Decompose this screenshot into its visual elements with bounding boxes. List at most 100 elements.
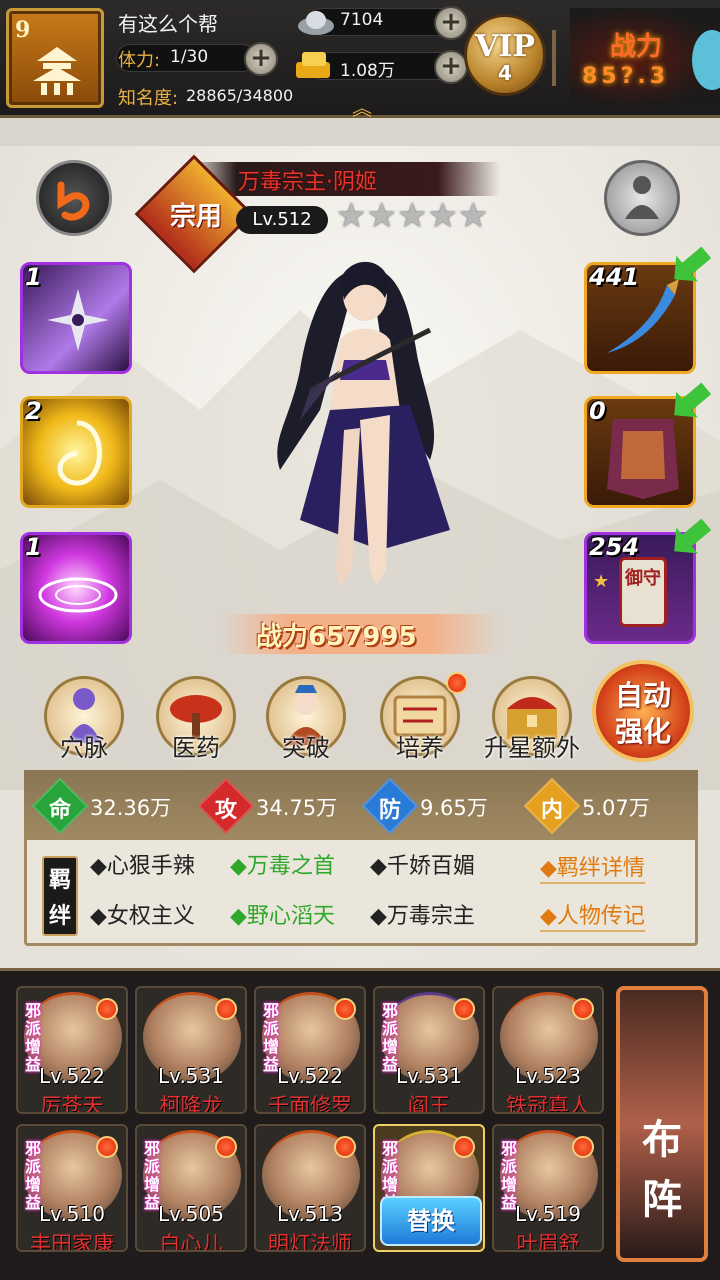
roster-hero-card[interactable]: 邪派增益 Lv.522 厉苍天	[16, 986, 128, 1114]
bond-item: ◆万毒之首	[230, 848, 335, 880]
bond-text: 万毒宗主	[386, 904, 475, 929]
notification-dot	[453, 1136, 475, 1158]
silver-value: 7104	[340, 10, 384, 30]
player-avatar[interactable]: 9	[6, 8, 104, 108]
stat-icon-label: 攻	[214, 797, 237, 823]
expand-chevron-icon[interactable]: ︽	[352, 92, 372, 121]
magic-circle-icon	[38, 577, 118, 613]
roster-hero-level: Lv.505	[158, 1202, 224, 1226]
rank-star-icon: ★	[396, 196, 428, 236]
roster-hero-name: 丰田家康	[30, 1232, 114, 1252]
rank-star-icon: ★	[366, 196, 397, 236]
skill-level: 2	[25, 397, 42, 425]
player-level: 9	[15, 17, 31, 43]
skill-level: 1	[25, 533, 42, 561]
meditating-figure-icon	[625, 176, 659, 219]
skill-slot-2[interactable]: 2	[20, 396, 132, 508]
notification-dot	[334, 998, 356, 1020]
rank-star-icon: ★	[427, 196, 458, 236]
fame-label: 知名度:	[118, 88, 179, 109]
star-icon: ★	[593, 571, 610, 592]
back-arrow-icon	[57, 181, 90, 221]
roster-hero-card[interactable]: 邪派增益 Lv.519 叶眉舒	[492, 1124, 604, 1252]
bond-bullet-icon: ◆	[230, 904, 247, 929]
hero-name: 万毒宗主·阴姬	[238, 170, 377, 195]
roster-hero-card[interactable]: Lv.523 铁冠真人	[492, 986, 604, 1114]
add-stamina-button[interactable]: +	[244, 42, 278, 76]
stat-icon-label: 防	[378, 797, 401, 823]
biography-link[interactable]: ◆人物传记	[540, 898, 645, 932]
bond-bullet-icon: ◆	[230, 854, 247, 879]
roster-hero-level: Lv.510	[39, 1202, 105, 1226]
hero-power-label: 战力	[256, 622, 309, 652]
rank-star-icon: ★	[336, 196, 367, 236]
roster-hero-card[interactable]: 邪派增益 Lv.531 阎王	[373, 986, 485, 1114]
medicine-label: 医药	[172, 734, 220, 762]
back-button[interactable]	[36, 160, 112, 236]
notification-dot	[215, 998, 237, 1020]
stat-value: 32.36万	[90, 796, 172, 820]
bond-details-link[interactable]: ◆羁绊详情	[540, 850, 645, 884]
roster-hero-level: Lv.522	[277, 1064, 343, 1088]
bond-item: ◆女权主义	[90, 898, 195, 930]
add-gold-button[interactable]: +	[434, 50, 468, 84]
roster-hero-name: 厉苍天	[40, 1094, 104, 1114]
stamina-value: 1/30	[170, 47, 209, 67]
bond-item: ◆万毒宗主	[370, 898, 475, 930]
roster-hero-name: 阎王	[408, 1094, 450, 1114]
swap-button[interactable]: 替换	[380, 1196, 482, 1246]
hero-power-display: 战力657995	[256, 616, 417, 653]
bond-bullet-icon: ◆	[90, 904, 107, 929]
stat-icon-label: 内	[540, 797, 563, 823]
notification-dot	[453, 998, 475, 1020]
roster-hero-card[interactable]: Lv.513 明灯法师	[254, 1124, 366, 1252]
stat-value: 34.75万	[256, 796, 338, 820]
stamina-label: 体力:	[118, 50, 161, 71]
roster-hero-level: Lv.531	[396, 1064, 462, 1088]
roster-hero-name: 千面修罗	[268, 1094, 352, 1114]
roster-hero-card[interactable]: 邪派增益 Lv.505 白心儿	[135, 1124, 247, 1252]
auto-enhance-button[interactable]: 自动 强化	[592, 660, 694, 762]
formation-button[interactable]: 布 阵	[616, 986, 708, 1262]
stat-value: 9.65万	[420, 796, 488, 820]
add-silver-button[interactable]: +	[434, 6, 468, 40]
roster-hero-name: 明灯法师	[268, 1232, 352, 1252]
fame-value: 28865/34800	[186, 86, 294, 105]
equip-level: 254	[589, 533, 640, 561]
pavilion-icon	[33, 47, 81, 95]
roster-hero-card[interactable]: 邪派增益 Lv.522 千面修罗	[254, 986, 366, 1114]
skill-slot-1[interactable]: 1	[20, 262, 132, 374]
bond-item: ◆千娇百媚	[370, 848, 475, 880]
roster-hero-card[interactable]: Lv.531 柯降龙	[135, 986, 247, 1114]
hero-portrait-button[interactable]	[604, 160, 680, 236]
roster-hero-level: Lv.522	[39, 1064, 105, 1088]
armor-icon	[607, 419, 679, 499]
bond-bullet-icon: ◆	[90, 854, 107, 879]
top-power-label: 战力	[610, 32, 663, 62]
hero-stars: ★★★★★	[336, 196, 488, 236]
meridian-label: 穴脉	[60, 734, 108, 762]
panel-band	[0, 118, 720, 146]
notification-dot	[572, 998, 594, 1020]
formation-line2: 阵	[642, 1176, 682, 1223]
notification-dot	[572, 1136, 594, 1158]
skill-slot-3[interactable]: 1	[20, 532, 132, 644]
notification-dot	[215, 1136, 237, 1158]
equip-level: 0	[589, 397, 606, 425]
bond-bullet-icon: ◆	[370, 904, 387, 929]
shuriken-icon	[47, 289, 109, 351]
bond-text: 女权主义	[106, 904, 195, 929]
vip-badge[interactable]: VIP 4	[464, 14, 546, 96]
roster-hero-level: Lv.513	[277, 1202, 343, 1226]
bond-text: 万毒之首	[246, 854, 335, 879]
gold-ingot-icon	[296, 52, 330, 78]
silver-ingot-icon	[298, 11, 334, 35]
equip-level: 441	[589, 263, 640, 291]
bond-text: 野心滔天	[246, 904, 335, 929]
divider	[552, 30, 556, 86]
breakthrough-label: 突破	[282, 734, 330, 762]
stat-value: 5.07万	[582, 796, 650, 820]
roster-hero-card[interactable]: 邪派增益 Lv.510 丰田家康	[16, 1124, 128, 1252]
guild-name: 有这么个帮	[118, 12, 218, 36]
stat-icon-label: 命	[48, 797, 71, 823]
